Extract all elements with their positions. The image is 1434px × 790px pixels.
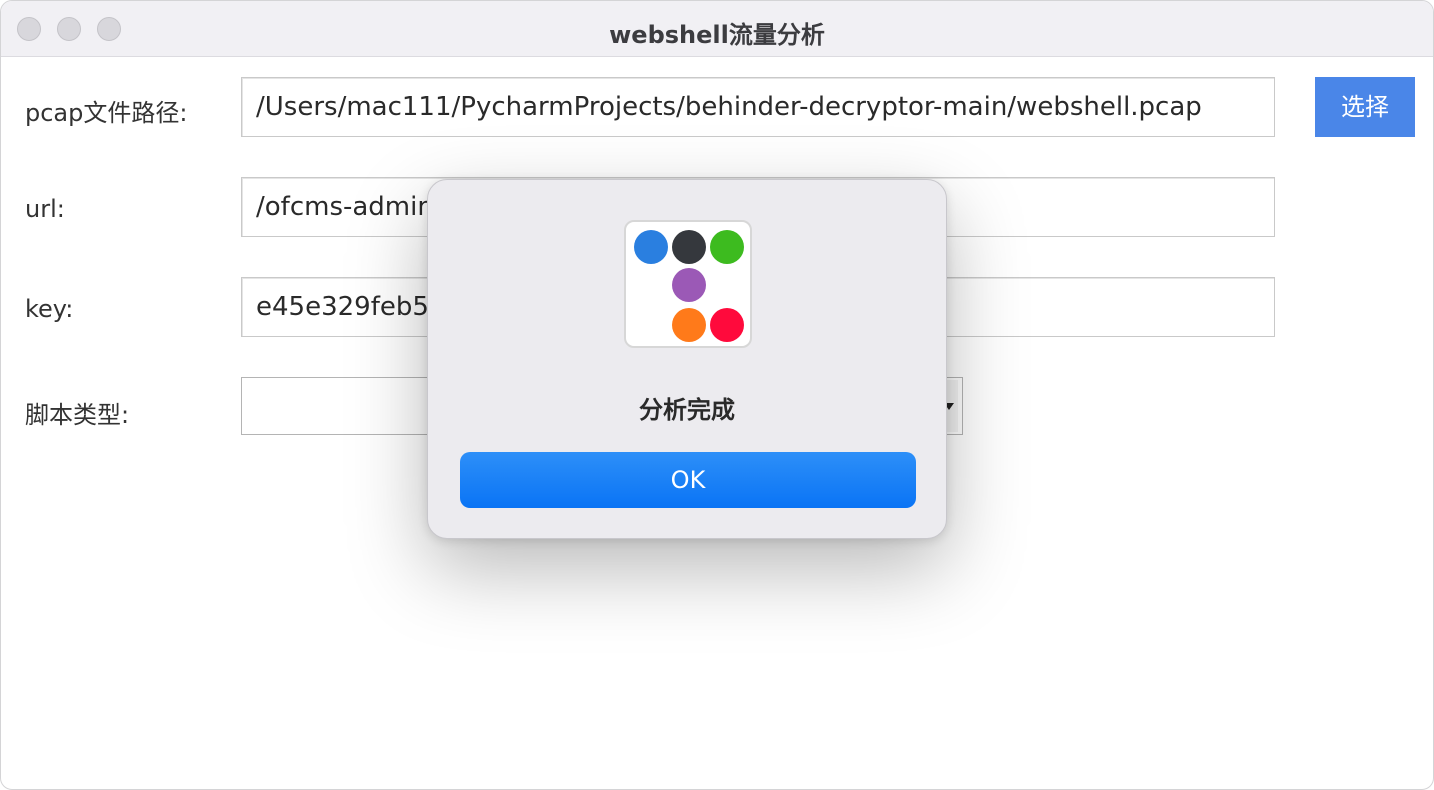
pcap-path-input[interactable]: /Users/mac111/PycharmProjects/behinder-d… — [241, 77, 1275, 137]
icon-dot-purple — [672, 268, 706, 302]
icon-dot-orange — [672, 308, 706, 342]
url-label: url: — [25, 195, 65, 223]
pcap-path-label: pcap文件路径: — [25, 99, 188, 127]
icon-dot-blue — [634, 230, 668, 264]
window-title: webshell流量分析 — [609, 21, 825, 49]
icon-dot-dark — [672, 230, 706, 264]
title-bar: webshell流量分析 — [1, 1, 1433, 57]
icon-dot-red — [710, 308, 744, 342]
key-label: key: — [25, 295, 74, 323]
app-icon — [624, 220, 752, 348]
ok-button[interactable]: OK — [460, 452, 916, 508]
dialog-message: 分析完成 — [639, 396, 735, 424]
choose-file-button[interactable]: 选择 — [1315, 77, 1415, 137]
app-window: webshell流量分析 pcap文件路径: /Users/mac111/Pyc… — [0, 0, 1434, 790]
icon-dot-green — [710, 230, 744, 264]
alert-dialog: 分析完成 OK — [427, 179, 947, 539]
script-type-label: 脚本类型: — [25, 401, 130, 429]
